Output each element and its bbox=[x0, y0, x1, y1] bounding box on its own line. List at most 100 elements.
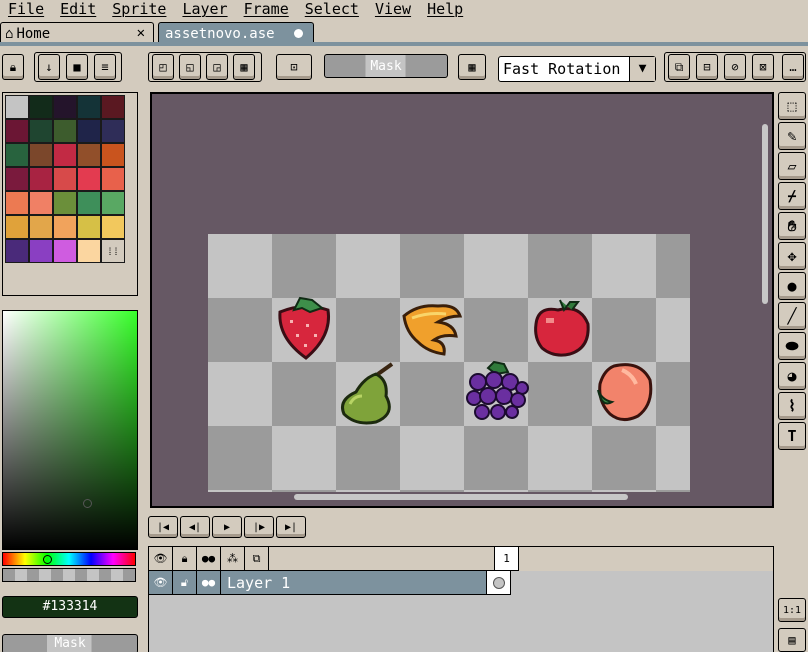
transform-mode-4-icon[interactable]: ▦ bbox=[233, 54, 255, 80]
palette-swatch[interactable] bbox=[101, 167, 125, 191]
palette-swatch[interactable] bbox=[29, 119, 53, 143]
move-icon[interactable]: ✥ bbox=[778, 242, 806, 270]
film-icon[interactable]: ▤ bbox=[778, 628, 806, 652]
flip-vertical-icon[interactable]: ⊟ bbox=[696, 54, 718, 80]
play-icon[interactable]: ▶ bbox=[212, 516, 242, 538]
palette-swatch[interactable] bbox=[77, 119, 101, 143]
palette-swatch[interactable] bbox=[53, 167, 77, 191]
grid-icon[interactable]: ▦ bbox=[458, 54, 486, 80]
color-picker-area[interactable] bbox=[2, 310, 138, 550]
palette-swatch[interactable] bbox=[29, 215, 53, 239]
next-frame-icon[interactable]: |▶ bbox=[244, 516, 274, 538]
vertical-scrollbar[interactable] bbox=[762, 124, 768, 304]
horizontal-scrollbar[interactable] bbox=[294, 494, 628, 500]
palette-swatch[interactable] bbox=[5, 191, 29, 215]
paint-bucket-icon[interactable]: ● bbox=[778, 272, 806, 300]
eyedropper-icon[interactable]: ⌿ bbox=[778, 182, 806, 210]
palette-swatch[interactable] bbox=[77, 191, 101, 215]
palette-swatch[interactable] bbox=[29, 95, 53, 119]
palette-swatch[interactable] bbox=[77, 167, 101, 191]
palette-swatch[interactable] bbox=[101, 95, 125, 119]
palette-swatch[interactable] bbox=[5, 119, 29, 143]
palette-swatch[interactable] bbox=[53, 239, 77, 263]
palette-swatch[interactable] bbox=[77, 239, 101, 263]
text-icon[interactable]: T bbox=[778, 422, 806, 450]
chevron-down-icon[interactable]: ▼ bbox=[629, 57, 655, 81]
hue-slider[interactable] bbox=[2, 552, 136, 566]
sprite-canvas[interactable] bbox=[208, 234, 690, 492]
previous-frame-icon[interactable]: ◀| bbox=[180, 516, 210, 538]
menu-frame[interactable]: Frame bbox=[236, 0, 297, 18]
palette-menu-icon[interactable]: ≡ bbox=[94, 54, 116, 80]
palette-swatch[interactable] bbox=[29, 167, 53, 191]
layer-visibility-icon[interactable]: 👁︎ bbox=[149, 571, 173, 595]
layer-continuous-icon[interactable]: ●● bbox=[197, 571, 221, 595]
palette-swatch[interactable] bbox=[5, 215, 29, 239]
skew-icon[interactable]: ⊠ bbox=[752, 54, 774, 80]
rotation-algorithm-select[interactable]: Fast Rotation ▼ bbox=[498, 56, 656, 82]
menu-layer[interactable]: Layer bbox=[174, 0, 235, 18]
palette-swatch[interactable] bbox=[101, 191, 125, 215]
onion-skin-icon[interactable]: ⁂ bbox=[221, 547, 245, 571]
blur-icon[interactable]: ⌇ bbox=[778, 392, 806, 420]
tab-home[interactable]: ⌂ Home ✕ bbox=[0, 22, 154, 44]
palette-swatch[interactable] bbox=[53, 215, 77, 239]
rectangular-marquee-icon[interactable]: ⬚ bbox=[778, 92, 806, 120]
rotate-icon[interactable]: ⊘ bbox=[724, 54, 746, 80]
frame-header-1[interactable]: 1 bbox=[495, 547, 519, 571]
layer-row[interactable]: 👁︎ 🔓︎ ●● Layer 1 bbox=[149, 571, 773, 595]
hex-color-field[interactable]: #133314 bbox=[2, 596, 138, 618]
link-cels-icon[interactable]: ⧉ bbox=[245, 547, 269, 571]
transparent-color-mask[interactable]: Mask bbox=[324, 54, 448, 78]
palette-swatch[interactable] bbox=[77, 95, 101, 119]
tab-assetnovo[interactable]: assetnovo.ase bbox=[158, 22, 314, 44]
hue-knob[interactable] bbox=[43, 555, 52, 564]
palette-swatch[interactable] bbox=[53, 143, 77, 167]
palette-options-icon[interactable]: ■ bbox=[66, 54, 88, 80]
first-frame-icon[interactable]: |◀ bbox=[148, 516, 178, 538]
more-icon[interactable]: … bbox=[782, 54, 804, 80]
contour-icon[interactable]: ◕ bbox=[778, 362, 806, 390]
transform-mode-3-icon[interactable]: ◲ bbox=[206, 54, 228, 80]
menu-view[interactable]: View bbox=[367, 0, 419, 18]
menu-sprite[interactable]: Sprite bbox=[104, 0, 174, 18]
line-icon[interactable]: ╱ bbox=[778, 302, 806, 330]
palette-swatch[interactable] bbox=[29, 191, 53, 215]
alpha-slider[interactable] bbox=[2, 568, 136, 582]
menu-file[interactable]: File bbox=[0, 0, 52, 18]
cel-frame-1[interactable] bbox=[487, 571, 511, 595]
lock-icon[interactable]: 🔒︎ bbox=[2, 54, 24, 80]
menu-help[interactable]: Help bbox=[419, 0, 471, 18]
lock-header-icon[interactable]: 🔒︎ bbox=[173, 547, 197, 571]
palette-swatch[interactable] bbox=[77, 215, 101, 239]
canvas-editor[interactable] bbox=[150, 92, 774, 508]
sort-icon[interactable]: ↓ bbox=[38, 54, 60, 80]
continuous-header-icon[interactable]: ●● bbox=[197, 547, 221, 571]
layer-lock-icon[interactable]: 🔓︎ bbox=[173, 571, 197, 595]
eraser-icon[interactable]: ▱ bbox=[778, 152, 806, 180]
menu-edit[interactable]: Edit bbox=[52, 0, 104, 18]
layer-name[interactable]: Layer 1 bbox=[221, 571, 487, 595]
palette-swatch[interactable] bbox=[53, 119, 77, 143]
flip-horizontal-icon[interactable]: ⧉ bbox=[668, 54, 690, 80]
palette-swatch[interactable] bbox=[77, 143, 101, 167]
palette-swatch[interactable] bbox=[5, 95, 29, 119]
pencil-icon[interactable]: ✎ bbox=[778, 122, 806, 150]
ellipse-icon[interactable]: ⬬ bbox=[778, 332, 806, 360]
palette-swatch[interactable] bbox=[5, 167, 29, 191]
palette-swatch[interactable] bbox=[5, 239, 29, 263]
palette-swatch[interactable] bbox=[101, 119, 125, 143]
palette-swatch[interactable] bbox=[101, 215, 125, 239]
zoom-button[interactable]: 1:1 bbox=[778, 598, 806, 622]
hand-icon[interactable]: ✋︎ bbox=[778, 212, 806, 240]
transform-mode-2-icon[interactable]: ◱ bbox=[179, 54, 201, 80]
background-mask[interactable]: Mask bbox=[2, 634, 138, 652]
last-frame-icon[interactable]: ▶| bbox=[276, 516, 306, 538]
palette-swatch[interactable] bbox=[53, 95, 77, 119]
palette-swatch[interactable] bbox=[29, 239, 53, 263]
visibility-header-icon[interactable]: 👁︎ bbox=[149, 547, 173, 571]
palette-swatch[interactable] bbox=[29, 143, 53, 167]
palette-swatch[interactable] bbox=[5, 143, 29, 167]
pivot-icon[interactable]: ⊡ bbox=[276, 54, 312, 80]
menu-select[interactable]: Select bbox=[297, 0, 367, 18]
